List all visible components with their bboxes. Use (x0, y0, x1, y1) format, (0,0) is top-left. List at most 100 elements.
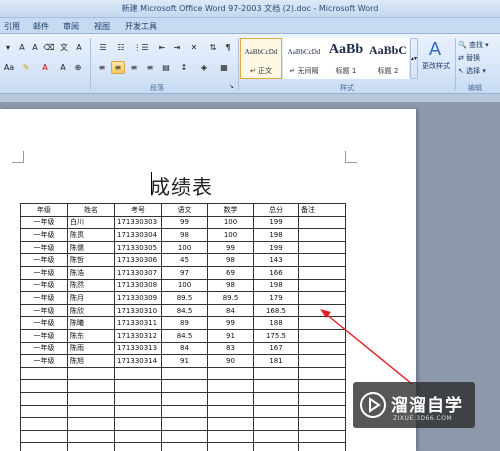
table-cell[interactable]: 98 (207, 253, 254, 267)
table-cell[interactable] (253, 379, 299, 393)
font-color-icon[interactable]: A (37, 61, 53, 74)
table-cell[interactable]: 100 (207, 228, 254, 242)
table-cell[interactable] (67, 391, 115, 406)
table-cell[interactable]: 陈旭 (67, 354, 115, 368)
table-cell[interactable] (161, 429, 208, 444)
table-cell[interactable]: 171330308 (114, 278, 162, 293)
table-cell[interactable] (20, 404, 68, 419)
table-cell[interactable] (20, 442, 68, 451)
table-cell[interactable] (298, 379, 346, 393)
table-cell[interactable]: 171330303 (114, 215, 162, 230)
table-cell[interactable]: 一年级 (20, 228, 68, 242)
font-size-dropdown-icon[interactable]: ▾ (2, 41, 14, 54)
shrink-font-icon[interactable]: A (29, 41, 41, 54)
table-cell[interactable]: 171330314 (114, 354, 162, 368)
numbering-icon[interactable]: ☷ (113, 41, 129, 54)
header-cell[interactable]: 备注 (298, 203, 346, 217)
align-center-icon[interactable]: ≡ (111, 61, 125, 74)
bullets-icon[interactable]: ☰ (95, 41, 111, 54)
paragraph-dialog-launcher-icon[interactable]: ↘ (227, 82, 236, 91)
table-cell[interactable] (298, 366, 346, 381)
score-table[interactable]: 年级 姓名 考号 语文 数学 总分 备注 一年级 白川 171330303 99 100… (20, 203, 346, 451)
table-cell[interactable]: 84 (207, 303, 254, 318)
table-cell[interactable]: 166 (253, 265, 299, 280)
table-cell[interactable]: 100 (161, 278, 208, 293)
table-cell[interactable] (114, 391, 162, 406)
header-cell[interactable]: 数学 (207, 203, 254, 217)
table-cell[interactable] (161, 391, 208, 406)
table-cell[interactable]: 89.5 (207, 291, 254, 305)
table-cell[interactable] (298, 442, 346, 451)
table-cell[interactable] (298, 278, 346, 293)
table-cell[interactable] (114, 417, 162, 431)
highlight-icon[interactable]: ✎ (18, 61, 34, 74)
line-spacing-icon[interactable]: ↕ (176, 61, 192, 74)
table-cell[interactable]: 171330311 (114, 316, 162, 330)
table-cell[interactable] (114, 442, 162, 451)
table-cell[interactable]: 89.5 (161, 291, 208, 305)
char-shading-icon[interactable]: A (57, 61, 69, 74)
table-cell[interactable] (114, 404, 162, 419)
table-cell[interactable] (298, 228, 346, 242)
table-cell[interactable]: 179 (253, 291, 299, 305)
table-cell[interactable] (253, 417, 299, 431)
document-title[interactable]: 成绩表 (150, 171, 213, 200)
table-cell[interactable]: 171330312 (114, 328, 162, 343)
char-border-icon[interactable]: A (73, 41, 85, 54)
table-cell[interactable]: 188 (253, 316, 299, 330)
change-styles-icon[interactable]: A (420, 38, 450, 60)
table-cell[interactable] (207, 404, 254, 419)
table-cell[interactable] (67, 379, 115, 393)
table-cell[interactable] (298, 240, 346, 255)
table-cell[interactable]: 99 (161, 215, 208, 230)
table-cell[interactable] (114, 366, 162, 381)
table-cell[interactable]: 陈曦 (67, 316, 115, 330)
table-cell[interactable]: 84.5 (161, 303, 208, 318)
replace-button[interactable]: ⇄ 替换 (458, 53, 480, 63)
header-cell[interactable]: 考号 (114, 203, 162, 217)
header-cell[interactable]: 年级 (20, 203, 68, 217)
table-cell[interactable] (298, 215, 346, 230)
table-cell[interactable]: 100 (207, 215, 254, 230)
table-cell[interactable] (298, 391, 346, 406)
table-cell[interactable] (207, 379, 254, 393)
table-cell[interactable]: 171330306 (114, 253, 162, 267)
change-styles-label[interactable]: 更改样式 (418, 61, 454, 71)
table-cell[interactable] (253, 366, 299, 381)
table-cell[interactable] (67, 366, 115, 381)
table-cell[interactable]: 一年级 (20, 240, 68, 255)
table-cell[interactable]: 98 (161, 228, 208, 242)
table-cell[interactable] (161, 417, 208, 431)
tab-references[interactable]: 引用 (4, 21, 20, 32)
table-cell[interactable]: 100 (161, 240, 208, 255)
table-cell[interactable] (20, 379, 68, 393)
align-right-icon[interactable]: ≡ (127, 61, 141, 74)
table-cell[interactable]: 89 (161, 316, 208, 330)
table-cell[interactable]: 一年级 (20, 316, 68, 330)
table-cell[interactable]: 陈东 (67, 328, 115, 343)
table-cell[interactable]: 199 (253, 240, 299, 255)
borders-icon[interactable]: ▦ (215, 61, 233, 74)
table-cell[interactable]: 69 (207, 265, 254, 280)
table-cell[interactable] (298, 328, 346, 343)
table-cell[interactable]: 99 (207, 240, 254, 255)
style-heading-2[interactable]: AaBbC 标题 2 (367, 38, 409, 79)
distributed-icon[interactable]: ▤ (159, 61, 173, 74)
table-cell[interactable] (207, 417, 254, 431)
table-cell[interactable] (20, 429, 68, 444)
table-cell[interactable] (298, 291, 346, 305)
increase-indent-icon[interactable]: ⇥ (170, 41, 184, 54)
table-cell[interactable] (253, 429, 299, 444)
styles-scroll-icon[interactable]: ▴▾ (410, 38, 418, 79)
table-cell[interactable]: 83 (207, 341, 254, 356)
table-cell[interactable]: 171330313 (114, 341, 162, 356)
table-cell[interactable]: 91 (207, 328, 254, 343)
table-cell[interactable]: 91 (161, 354, 208, 368)
grow-font-icon[interactable]: A (16, 41, 28, 54)
header-cell[interactable]: 姓名 (67, 203, 115, 217)
table-cell[interactable]: 199 (253, 215, 299, 230)
table-cell[interactable]: 一年级 (20, 341, 68, 356)
enclose-char-icon[interactable]: ⊕ (72, 61, 84, 74)
style-heading-1[interactable]: AaBb 标题 1 (325, 38, 367, 79)
table-cell[interactable] (298, 354, 346, 368)
